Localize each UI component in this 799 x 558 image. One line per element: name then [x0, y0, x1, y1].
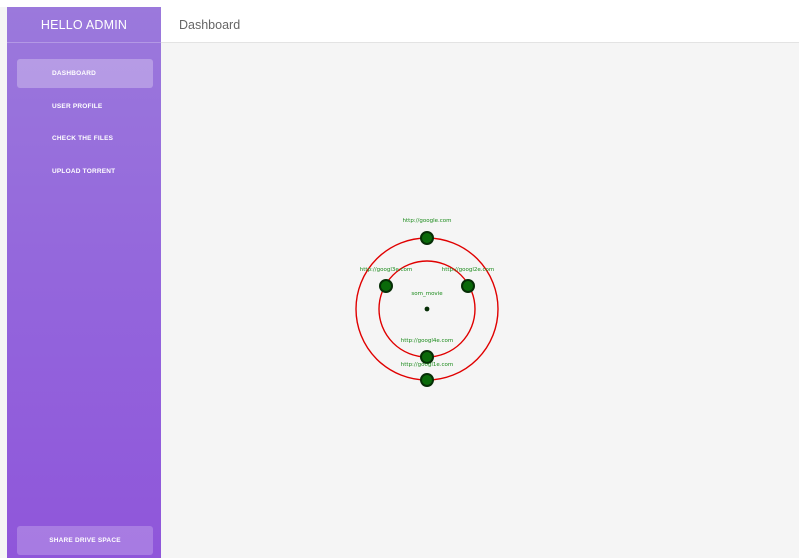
graph-node[interactable]: http://googl2e.com [442, 267, 494, 293]
graph-node[interactable]: http://googl1e.com [401, 362, 453, 387]
center-node [424, 306, 430, 312]
torrent-graph: som_movie http://google.com http://googl… [355, 218, 499, 387]
graph-node-label: http://googl3e.com [360, 267, 412, 273]
graph-node[interactable]: http://googl3e.com [360, 267, 412, 293]
graph-node-label: http://google.com [403, 218, 452, 224]
center-node-label: som_movie [411, 291, 443, 297]
graph-node-label: http://googl1e.com [401, 362, 453, 368]
graph-node-label: http://googl2e.com [442, 267, 494, 273]
graph-node[interactable]: http://googl4e.com [401, 338, 453, 364]
graph-node-label: http://googl4e.com [401, 338, 453, 344]
